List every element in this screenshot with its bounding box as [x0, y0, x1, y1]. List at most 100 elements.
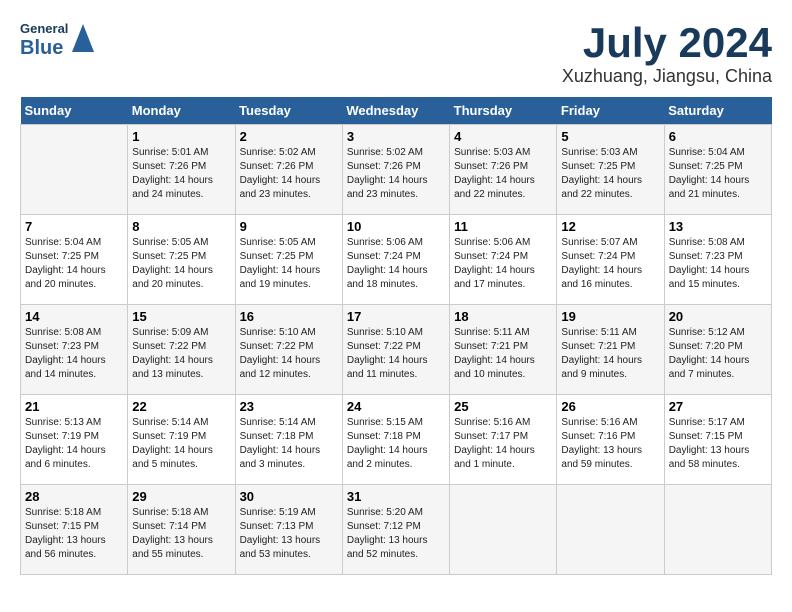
day-info: Sunrise: 5:05 AM Sunset: 7:25 PM Dayligh…	[240, 236, 338, 292]
calendar-cell: 6Sunrise: 5:04 AM Sunset: 7:25 PM Daylig…	[664, 125, 771, 215]
day-number: 17	[347, 309, 445, 324]
day-info: Sunrise: 5:01 AM Sunset: 7:26 PM Dayligh…	[132, 146, 230, 202]
day-header-monday: Monday	[128, 97, 235, 125]
day-number: 3	[347, 129, 445, 144]
calendar-cell	[664, 485, 771, 575]
day-number: 14	[25, 309, 123, 324]
day-info: Sunrise: 5:02 AM Sunset: 7:26 PM Dayligh…	[240, 146, 338, 202]
day-number: 12	[561, 219, 659, 234]
logo-blue: Blue	[20, 37, 63, 59]
day-info: Sunrise: 5:11 AM Sunset: 7:21 PM Dayligh…	[454, 326, 552, 382]
day-header-sunday: Sunday	[21, 97, 128, 125]
calendar-cell: 29 Sunrise: 5:18 AM Sunset: 7:14 PM Dayli…	[128, 485, 235, 575]
calendar-cell: 5 Sunrise: 5:03 AM Sunset: 7:25 PM Daylig…	[557, 125, 664, 215]
day-number: 7	[25, 219, 123, 234]
day-info: Sunrise: 5:03 AM Sunset: 7:26 PM Dayligh…	[454, 146, 552, 202]
day-info: Sunrise: 5:16 AM Sunset: 7:17 PM Dayligh…	[454, 416, 552, 472]
day-number: 30	[240, 489, 338, 504]
calendar-cell: 30 Sunrise: 5:19 AM Sunset: 7:13 PM Dayli…	[235, 485, 342, 575]
calendar-cell: 7 Sunrise: 5:04 AM Sunset: 7:25 PM Daylig…	[21, 215, 128, 305]
logo: General Blue	[20, 20, 94, 59]
day-number: 25	[454, 399, 552, 414]
subtitle: Xuzhuang, Jiangsu, China	[562, 66, 772, 87]
day-number: 29	[132, 489, 230, 504]
calendar-cell: 24Sunrise: 5:15 AM Sunset: 7:18 PM Dayli…	[342, 395, 449, 485]
calendar-cell: 25 Sunrise: 5:16 AM Sunset: 7:17 PM Dayli…	[450, 395, 557, 485]
day-info: Sunrise: 5:07 AM Sunset: 7:24 PM Dayligh…	[561, 236, 659, 292]
day-info: Sunrise: 5:10 AM Sunset: 7:22 PM Dayligh…	[240, 326, 338, 382]
title-block: July 2024 Xuzhuang, Jiangsu, China	[562, 20, 772, 87]
calendar-week-row: 7 Sunrise: 5:04 AM Sunset: 7:25 PM Daylig…	[21, 215, 772, 305]
calendar-cell: 4 Sunrise: 5:03 AM Sunset: 7:26 PM Daylig…	[450, 125, 557, 215]
day-header-wednesday: Wednesday	[342, 97, 449, 125]
calendar-cell: 11 Sunrise: 5:06 AM Sunset: 7:24 PM Dayli…	[450, 215, 557, 305]
calendar-week-row: 28 Sunrise: 5:18 AM Sunset: 7:15 PM Dayli…	[21, 485, 772, 575]
calendar-week-row: 1 Sunrise: 5:01 AM Sunset: 7:26 PM Daylig…	[21, 125, 772, 215]
calendar-cell: 22Sunrise: 5:14 AM Sunset: 7:19 PM Dayli…	[128, 395, 235, 485]
day-info: Sunrise: 5:18 AM Sunset: 7:15 PM Dayligh…	[25, 506, 123, 562]
calendar-cell	[557, 485, 664, 575]
day-number: 31	[347, 489, 445, 504]
main-title: July 2024	[562, 20, 772, 66]
day-info: Sunrise: 5:08 AM Sunset: 7:23 PM Dayligh…	[25, 326, 123, 382]
calendar-table: SundayMondayTuesdayWednesdayThursdayFrid…	[20, 97, 772, 575]
day-number: 4	[454, 129, 552, 144]
calendar-week-row: 14 Sunrise: 5:08 AM Sunset: 7:23 PM Dayli…	[21, 305, 772, 395]
day-number: 24	[347, 399, 445, 414]
calendar-cell: 21Sunrise: 5:13 AM Sunset: 7:19 PM Dayli…	[21, 395, 128, 485]
calendar-cell: 3 Sunrise: 5:02 AM Sunset: 7:26 PM Daylig…	[342, 125, 449, 215]
calendar-cell: 28 Sunrise: 5:18 AM Sunset: 7:15 PM Dayli…	[21, 485, 128, 575]
day-info: Sunrise: 5:02 AM Sunset: 7:26 PM Dayligh…	[347, 146, 445, 202]
calendar-cell: 15 Sunrise: 5:09 AM Sunset: 7:22 PM Dayli…	[128, 305, 235, 395]
calendar-cell: 8 Sunrise: 5:05 AM Sunset: 7:25 PM Daylig…	[128, 215, 235, 305]
day-number: 8	[132, 219, 230, 234]
calendar-cell	[450, 485, 557, 575]
day-info: Sunrise: 5:04 AM Sunset: 7:25 PM Dayligh…	[25, 236, 123, 292]
calendar-cell: 18Sunrise: 5:11 AM Sunset: 7:21 PM Dayli…	[450, 305, 557, 395]
day-header-thursday: Thursday	[450, 97, 557, 125]
day-number: 11	[454, 219, 552, 234]
calendar-cell: 17 Sunrise: 5:10 AM Sunset: 7:22 PM Dayli…	[342, 305, 449, 395]
day-number: 13	[669, 219, 767, 234]
day-header-saturday: Saturday	[664, 97, 771, 125]
day-info: Sunrise: 5:10 AM Sunset: 7:22 PM Dayligh…	[347, 326, 445, 382]
day-info: Sunrise: 5:19 AM Sunset: 7:13 PM Dayligh…	[240, 506, 338, 562]
page-header: General Blue July 2024 Xuzhuang, Jiangsu…	[20, 20, 772, 87]
logo-general: General	[20, 21, 68, 36]
calendar-cell: 10Sunrise: 5:06 AM Sunset: 7:24 PM Dayli…	[342, 215, 449, 305]
calendar-cell: 16 Sunrise: 5:10 AM Sunset: 7:22 PM Dayli…	[235, 305, 342, 395]
day-info: Sunrise: 5:09 AM Sunset: 7:22 PM Dayligh…	[132, 326, 230, 382]
day-info: Sunrise: 5:16 AM Sunset: 7:16 PM Dayligh…	[561, 416, 659, 472]
day-info: Sunrise: 5:05 AM Sunset: 7:25 PM Dayligh…	[132, 236, 230, 292]
day-number: 22	[132, 399, 230, 414]
day-number: 5	[561, 129, 659, 144]
day-number: 26	[561, 399, 659, 414]
calendar-cell: 31 Sunrise: 5:20 AM Sunset: 7:12 PM Dayli…	[342, 485, 449, 575]
day-info: Sunrise: 5:18 AM Sunset: 7:14 PM Dayligh…	[132, 506, 230, 562]
calendar-header-row: SundayMondayTuesdayWednesdayThursdayFrid…	[21, 97, 772, 125]
day-info: Sunrise: 5:12 AM Sunset: 7:20 PM Dayligh…	[669, 326, 767, 382]
calendar-cell: 12 Sunrise: 5:07 AM Sunset: 7:24 PM Dayli…	[557, 215, 664, 305]
calendar-week-row: 21Sunrise: 5:13 AM Sunset: 7:19 PM Dayli…	[21, 395, 772, 485]
day-info: Sunrise: 5:20 AM Sunset: 7:12 PM Dayligh…	[347, 506, 445, 562]
day-number: 28	[25, 489, 123, 504]
day-number: 1	[132, 129, 230, 144]
day-number: 2	[240, 129, 338, 144]
day-info: Sunrise: 5:04 AM Sunset: 7:25 PM Dayligh…	[669, 146, 767, 202]
calendar-cell: 27Sunrise: 5:17 AM Sunset: 7:15 PM Dayli…	[664, 395, 771, 485]
day-number: 16	[240, 309, 338, 324]
day-info: Sunrise: 5:11 AM Sunset: 7:21 PM Dayligh…	[561, 326, 659, 382]
calendar-cell: 2 Sunrise: 5:02 AM Sunset: 7:26 PM Daylig…	[235, 125, 342, 215]
day-number: 15	[132, 309, 230, 324]
day-header-tuesday: Tuesday	[235, 97, 342, 125]
day-info: Sunrise: 5:08 AM Sunset: 7:23 PM Dayligh…	[669, 236, 767, 292]
calendar-cell: 1 Sunrise: 5:01 AM Sunset: 7:26 PM Daylig…	[128, 125, 235, 215]
day-info: Sunrise: 5:13 AM Sunset: 7:19 PM Dayligh…	[25, 416, 123, 472]
day-info: Sunrise: 5:06 AM Sunset: 7:24 PM Dayligh…	[347, 236, 445, 292]
day-number: 27	[669, 399, 767, 414]
calendar-cell	[21, 125, 128, 215]
day-info: Sunrise: 5:06 AM Sunset: 7:24 PM Dayligh…	[454, 236, 552, 292]
day-info: Sunrise: 5:03 AM Sunset: 7:25 PM Dayligh…	[561, 146, 659, 202]
day-number: 19	[561, 309, 659, 324]
day-info: Sunrise: 5:14 AM Sunset: 7:18 PM Dayligh…	[240, 416, 338, 472]
